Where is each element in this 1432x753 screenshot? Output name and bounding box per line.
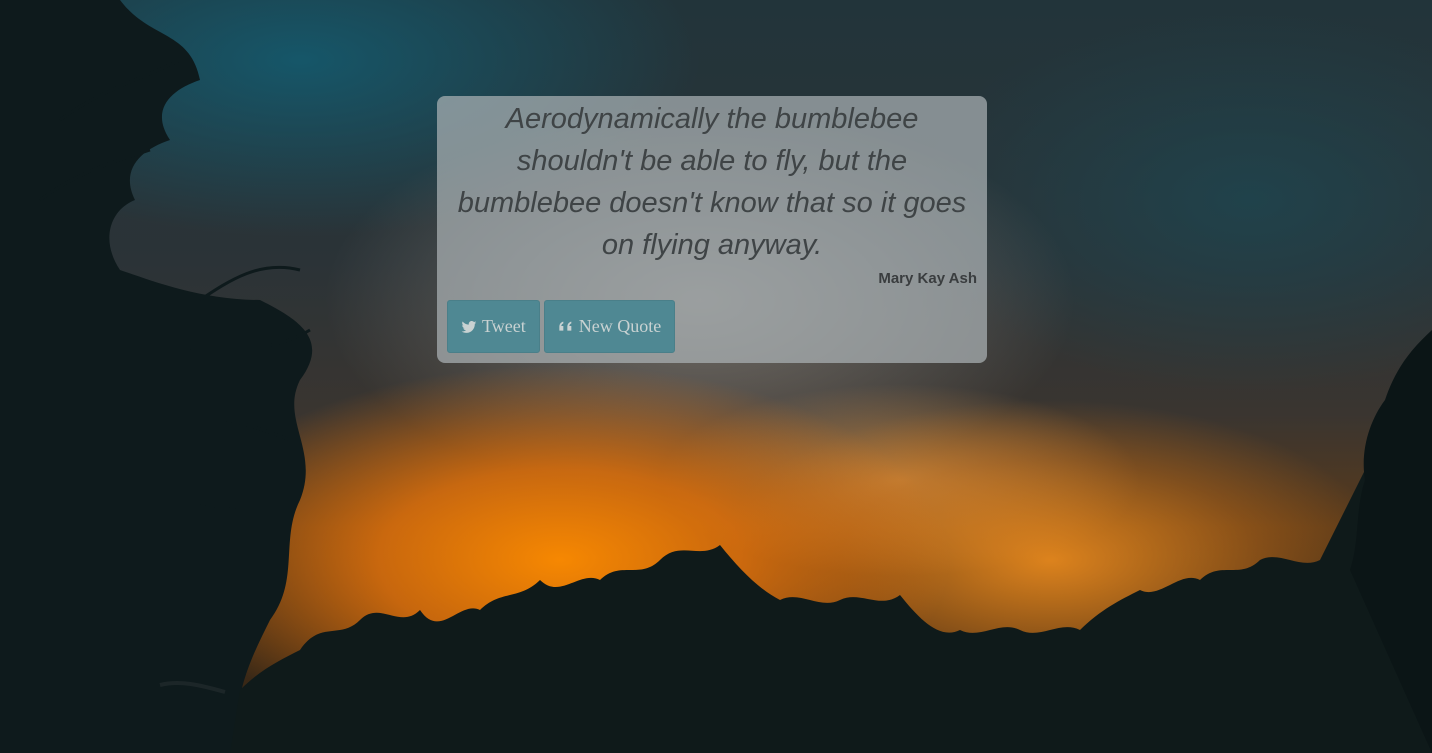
quote-left-icon — [558, 319, 574, 335]
new-quote-button[interactable]: New Quote — [543, 300, 676, 353]
tweet-button-label: Tweet — [482, 316, 526, 336]
twitter-icon — [461, 319, 477, 335]
quote-actions: Tweet New Quote — [447, 300, 676, 353]
quote-card: Aerodynamically the bumblebee shouldn't … — [437, 96, 987, 363]
quote-author: Mary Kay Ash — [878, 270, 977, 287]
tweet-button[interactable]: Tweet — [447, 300, 540, 353]
new-quote-button-label: New Quote — [578, 316, 662, 336]
quote-text: Aerodynamically the bumblebee shouldn't … — [457, 103, 967, 261]
